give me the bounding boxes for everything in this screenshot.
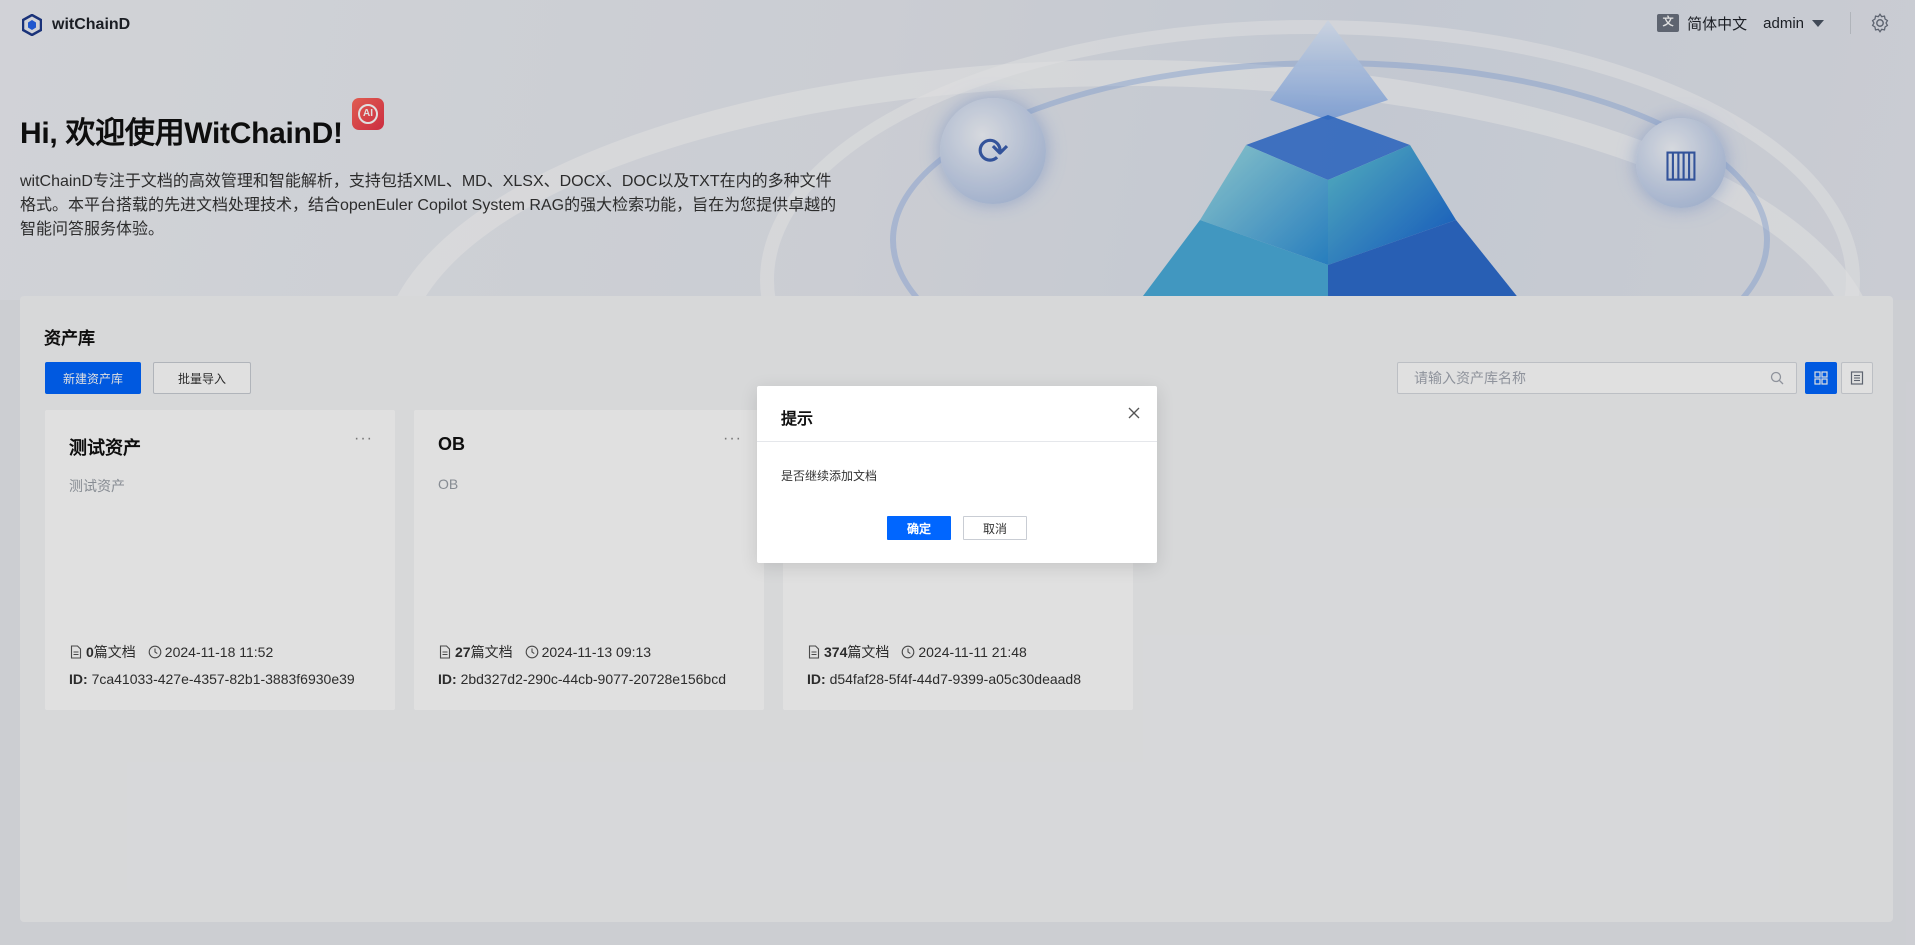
confirm-button[interactable]: 确定 [887, 516, 951, 540]
dialog-title: 提示 [781, 411, 814, 428]
dialog-message: 是否继续添加文档 [781, 469, 878, 483]
confirm-dialog: 提示 是否继续添加文档 确定 取消 [757, 386, 1157, 563]
dialog-divider [757, 441, 1157, 442]
close-icon[interactable] [1127, 406, 1141, 420]
cancel-button[interactable]: 取消 [963, 516, 1027, 540]
